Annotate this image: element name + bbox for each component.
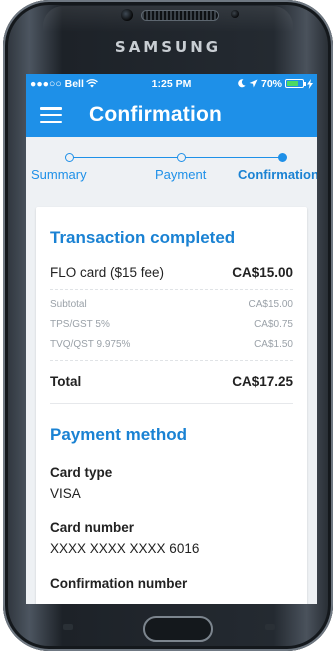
step-dot-confirmation	[278, 153, 287, 162]
divider	[50, 289, 293, 290]
line-item-amount: CA$15.00	[232, 265, 293, 280]
line-item-label: FLO card ($15 fee)	[50, 265, 165, 280]
battery-icon	[285, 79, 306, 88]
charging-bolt-icon	[307, 78, 313, 89]
section-divider	[50, 403, 293, 404]
hamburger-menu-icon[interactable]	[40, 107, 62, 123]
step-summary[interactable]: Summary	[31, 167, 87, 182]
card-type-value: VISA	[50, 486, 81, 501]
gst-label: TPS/GST 5%	[50, 319, 110, 330]
earpiece-speaker	[141, 10, 219, 21]
location-arrow-icon	[249, 79, 258, 88]
confirmation-card: Transaction completed FLO card ($15 fee)…	[36, 207, 307, 604]
step-dot-payment	[177, 153, 186, 162]
card-number-value: XXXX XXXX XXXX 6016	[50, 541, 200, 556]
carrier-signal: ●●●○○ Bell	[30, 77, 84, 90]
subtotal-amount: CA$15.00	[248, 299, 293, 310]
wifi-icon	[86, 79, 98, 88]
total-row: Total CA$17.25	[50, 374, 293, 389]
card-number-label: Card number	[50, 520, 135, 535]
step-confirmation: Confirmation	[238, 167, 317, 182]
total-label: Total	[50, 374, 82, 389]
status-right: 70%	[238, 78, 313, 90]
battery-percent: 70%	[260, 77, 282, 90]
battery-level	[287, 81, 298, 86]
back-key[interactable]	[265, 624, 275, 630]
payment-method-title: Payment method	[50, 425, 187, 444]
status-left: ●●●○○ Bell	[30, 78, 98, 90]
divider	[50, 360, 293, 361]
gst-amount: CA$0.75	[254, 319, 293, 330]
home-button[interactable]	[143, 616, 213, 642]
screen: ●●●○○ Bell 1:25 PM 70% Confirmation Summ…	[26, 74, 317, 604]
app-bar: Confirmation	[26, 93, 317, 137]
total-amount: CA$17.25	[232, 374, 293, 389]
page-title: Confirmation	[89, 103, 223, 126]
transaction-title: Transaction completed	[50, 228, 236, 247]
device-brand: SAMSUNG	[114, 38, 222, 56]
moon-icon	[238, 79, 246, 88]
subtotal-label: Subtotal	[50, 299, 87, 310]
card-type-label: Card type	[50, 465, 113, 480]
stepper-line-2	[182, 157, 282, 159]
step-payment[interactable]: Payment	[155, 167, 206, 182]
subtotal-row: Subtotal CA$15.00	[50, 299, 293, 310]
step-dot-summary	[65, 153, 74, 162]
proximity-sensor	[231, 10, 239, 18]
qst-label: TVQ/QST 9.975%	[50, 339, 131, 350]
line-item-row: FLO card ($15 fee) CA$15.00	[50, 265, 293, 280]
qst-amount: CA$1.50	[254, 339, 293, 350]
status-bar: ●●●○○ Bell 1:25 PM 70%	[26, 74, 317, 93]
front-camera	[121, 9, 133, 21]
checkout-stepper: Summary Payment Confirmation	[26, 137, 317, 193]
stepper-line-1	[70, 157, 182, 159]
confirmation-number-label: Confirmation number	[50, 576, 188, 591]
qst-row: TVQ/QST 9.975% CA$1.50	[50, 339, 293, 350]
phone-device: SAMSUNG ●●●○○ Bell 1:25 PM 70% Confirmat…	[3, 0, 333, 651]
gst-row: TPS/GST 5% CA$0.75	[50, 319, 293, 330]
recent-apps-key[interactable]	[63, 624, 73, 630]
